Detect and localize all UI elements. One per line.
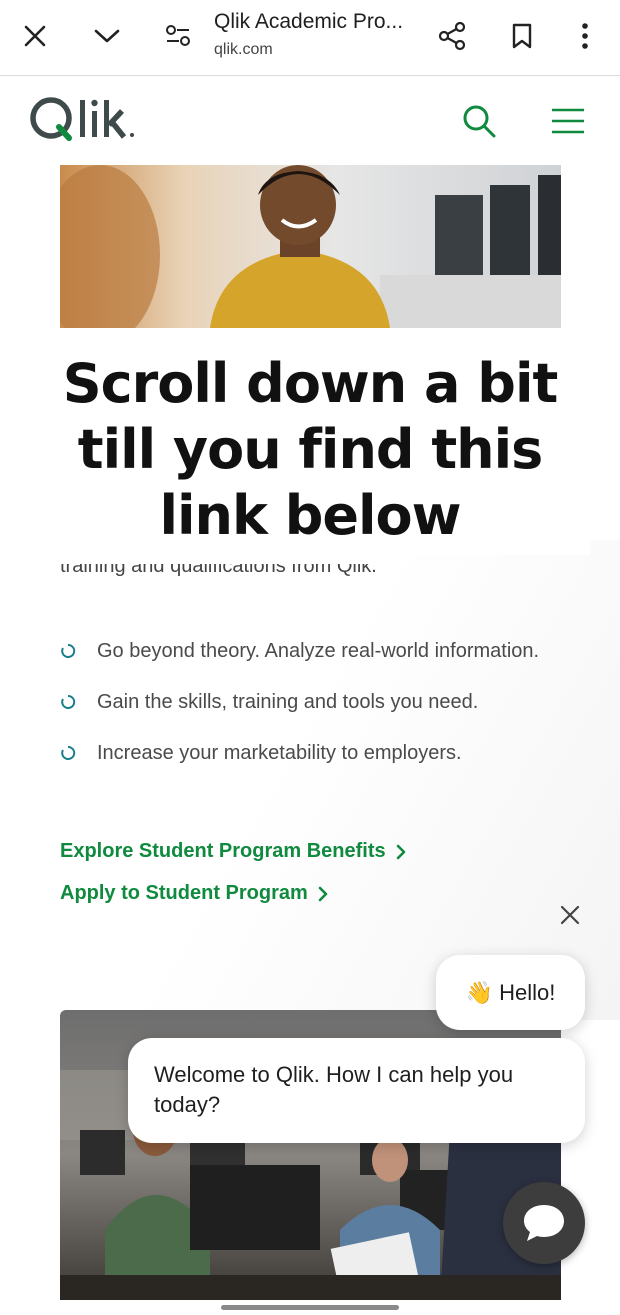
- apply-student-program-link[interactable]: Apply to Student Program: [60, 882, 328, 905]
- chevron-right-icon: [318, 886, 328, 901]
- chat-hello-bubble[interactable]: 👋 Hello!: [436, 955, 585, 1030]
- chevron-down-icon[interactable]: [85, 14, 129, 58]
- search-icon[interactable]: [457, 99, 501, 143]
- chat-launcher-button[interactable]: [503, 1182, 585, 1264]
- circle-arrow-icon: [61, 694, 76, 709]
- site-header: [0, 77, 620, 165]
- qlik-logo[interactable]: [28, 94, 140, 146]
- site-settings-icon[interactable]: [156, 14, 200, 58]
- instruction-overlay: Scroll down a bit till you find this lin…: [30, 345, 590, 555]
- circle-arrow-icon: [61, 745, 76, 760]
- page-url[interactable]: qlik.com: [214, 41, 273, 59]
- list-item: Go beyond theory. Analyze real-world inf…: [60, 637, 560, 666]
- page-title[interactable]: Qlik Academic Pro...: [214, 10, 403, 34]
- list-item: Gain the skills, training and tools you …: [60, 688, 560, 717]
- chat-welcome-bubble[interactable]: Welcome to Qlik. How I can help you toda…: [128, 1038, 585, 1143]
- chat-bubble-icon: [524, 1205, 564, 1241]
- bookmark-icon[interactable]: [500, 14, 544, 58]
- benefits-list: Go beyond theory. Analyze real-world inf…: [60, 637, 560, 790]
- home-indicator[interactable]: [221, 1305, 399, 1310]
- close-icon: [560, 905, 580, 925]
- hamburger-menu-icon[interactable]: [546, 99, 590, 143]
- close-icon[interactable]: [13, 14, 57, 58]
- hero-student-photo: [60, 165, 561, 328]
- list-item: Increase your marketability to employers…: [60, 739, 560, 768]
- waving-hand-icon: 👋: [465, 979, 494, 1005]
- chat-close-button[interactable]: [555, 900, 585, 930]
- chevron-right-icon: [396, 844, 405, 859]
- browser-toolbar: Qlik Academic Pro... qlik.com: [0, 0, 620, 76]
- partial-intro-text: training and qualifications from Qlik.: [60, 564, 377, 577]
- circle-arrow-icon: [61, 643, 76, 658]
- instruction-caption: Scroll down a bit till you find this lin…: [62, 352, 559, 547]
- share-icon[interactable]: [430, 14, 474, 58]
- more-vert-icon[interactable]: [563, 14, 607, 58]
- explore-student-benefits-link[interactable]: Explore Student Program Benefits: [60, 840, 406, 863]
